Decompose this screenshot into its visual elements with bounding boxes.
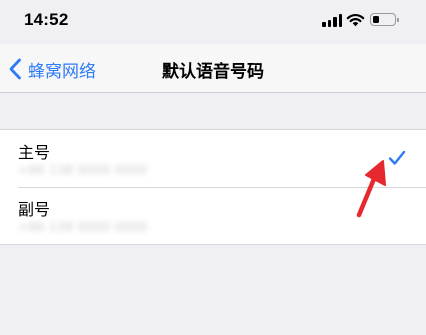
page-title: 默认语音号码 [162, 62, 264, 82]
line-number-blurred: +86 138 0000 0000 [18, 163, 148, 177]
line-title: 副号 [18, 200, 51, 219]
checkmark-icon [388, 150, 406, 165]
status-time: 14:52 [24, 10, 69, 29]
line-title: 主号 [18, 143, 51, 162]
cellular-signal-icon [322, 13, 342, 27]
battery-fill [373, 16, 379, 23]
wifi-icon [346, 14, 365, 27]
battery-cap [397, 17, 399, 22]
line-number-blurred: +86 139 0000 0000 [18, 220, 148, 234]
red-arrow-icon [356, 160, 386, 218]
battery-icon [370, 13, 399, 26]
navigation-bar: 蜂窝网络 默认语音号码 [0, 44, 426, 93]
status-bar: 14:52 [0, 0, 426, 44]
screen: 14:52 蜂窝网络 默认语音号码 主号 +86 138 0000 0000 副… [0, 0, 426, 335]
